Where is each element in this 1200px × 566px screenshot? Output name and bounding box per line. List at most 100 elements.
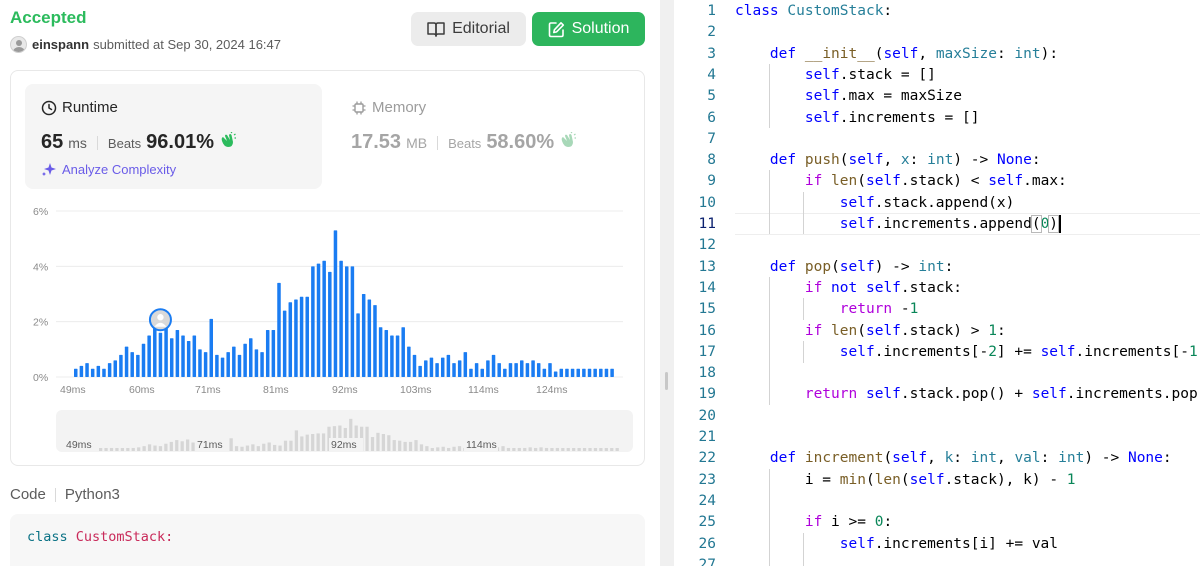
code-line[interactable]: 27 [674, 555, 1200, 566]
chart-bar[interactable] [514, 363, 518, 377]
pane-resizer[interactable] [660, 0, 674, 566]
code-line[interactable]: 12 [674, 235, 1200, 256]
chart-bar[interactable] [536, 363, 541, 377]
chart-bar[interactable] [570, 368, 575, 377]
chart-bar[interactable] [373, 305, 377, 377]
chart-bar[interactable] [249, 338, 253, 377]
chart-bar[interactable] [345, 266, 349, 377]
chart-bar[interactable] [469, 368, 473, 377]
chart-bar[interactable] [440, 357, 445, 377]
chart-bar[interactable] [361, 294, 366, 377]
chart-bar[interactable] [463, 352, 468, 377]
code-line[interactable]: 10 self.stack.append(x) [674, 193, 1200, 214]
chart-bar[interactable] [102, 368, 106, 377]
chart-bar[interactable] [164, 324, 168, 377]
chart-bar[interactable] [378, 327, 383, 377]
code-line[interactable]: 9 if len(self.stack) < self.max: [674, 171, 1200, 192]
chart-bar[interactable] [429, 357, 434, 377]
chart-bar[interactable] [407, 346, 411, 377]
chart-bar[interactable] [192, 335, 197, 378]
chart-bar[interactable] [599, 368, 603, 377]
chart-bar[interactable] [395, 335, 400, 378]
chart-bar[interactable] [559, 368, 564, 377]
chart-bar[interactable] [367, 299, 372, 377]
chart-bar[interactable] [333, 230, 338, 377]
chart-bar[interactable] [350, 266, 355, 377]
chart-bar[interactable] [158, 332, 163, 377]
chart-bar[interactable] [181, 335, 185, 378]
code-line[interactable]: 13 def pop(self) -> int: [674, 257, 1200, 278]
resize-handle[interactable] [665, 372, 668, 390]
chart-bar[interactable] [520, 360, 524, 377]
chart-bar[interactable] [610, 368, 614, 377]
chart-bar[interactable] [582, 368, 586, 377]
chart-bar[interactable] [136, 354, 140, 377]
code-line[interactable]: 5 self.max = maxSize [674, 86, 1200, 107]
chart-bar[interactable] [232, 346, 236, 377]
chart-bar[interactable] [593, 368, 597, 377]
chart-bar[interactable] [124, 346, 129, 377]
chart-bar[interactable] [474, 363, 479, 377]
code-line[interactable]: 6 self.increments = [] [674, 108, 1200, 129]
chart-bar[interactable] [305, 296, 309, 377]
code-line[interactable]: 26 self.increments[i] += val [674, 534, 1200, 555]
chart-bar[interactable] [322, 260, 326, 377]
chart-bar[interactable] [412, 354, 417, 377]
chart-bar[interactable] [147, 335, 151, 378]
chart-bar[interactable] [220, 357, 225, 377]
chart-bar[interactable] [237, 354, 242, 377]
chart-bar[interactable] [153, 327, 157, 377]
chart-bar[interactable] [604, 368, 609, 377]
code-line[interactable]: 21 [674, 427, 1200, 448]
code-line[interactable]: 17 self.increments[-2] += self.increment… [674, 342, 1200, 363]
chart-bar[interactable] [565, 368, 569, 377]
chart-bar[interactable] [113, 360, 118, 377]
chart-bar[interactable] [328, 271, 332, 377]
code-line[interactable]: 24 [674, 491, 1200, 512]
chart-bar[interactable] [85, 363, 89, 377]
code-line[interactable]: 14 if not self.stack: [674, 278, 1200, 299]
chart-bar[interactable] [209, 318, 214, 377]
chart-bar[interactable] [553, 371, 558, 377]
chart-bar[interactable] [277, 282, 281, 377]
code-line[interactable]: 23 i = min(len(self.stack), k) - 1 [674, 470, 1200, 491]
code-line[interactable]: 22 def increment(self, k: int, val: int)… [674, 448, 1200, 469]
chart-bar[interactable] [339, 260, 343, 377]
chart-bar[interactable] [119, 354, 123, 377]
editorial-button[interactable]: Editorial [411, 12, 526, 46]
chart-bar[interactable] [311, 266, 315, 377]
code-line[interactable]: 16 if len(self.stack) > 1: [674, 321, 1200, 342]
chart-bar[interactable] [531, 360, 535, 377]
chart-bar[interactable] [288, 302, 293, 377]
code-line[interactable]: 2 [674, 22, 1200, 43]
chart-bar[interactable] [260, 352, 264, 377]
chart-bar[interactable] [457, 360, 462, 377]
chart-bar[interactable] [452, 363, 456, 377]
chart-bar[interactable] [265, 329, 270, 377]
chart-bar[interactable] [175, 329, 180, 377]
chart-bar[interactable] [107, 363, 112, 377]
solution-button[interactable]: Solution [532, 12, 645, 46]
chart-bar[interactable] [198, 349, 202, 377]
code-line[interactable]: 7 [674, 129, 1200, 150]
chart-bar[interactable] [401, 327, 405, 377]
chart-bar[interactable] [435, 363, 439, 377]
chart-bar[interactable] [299, 296, 304, 377]
code-line[interactable]: 11 self.increments.append(0) [674, 214, 1200, 235]
code-line[interactable]: 8 def push(self, x: int) -> None: [674, 150, 1200, 171]
chart-bar[interactable] [215, 354, 219, 377]
chart-bar[interactable] [446, 354, 451, 377]
chart-bar[interactable] [243, 343, 247, 377]
chart-bar[interactable] [390, 335, 394, 378]
chart-bar[interactable] [486, 360, 490, 377]
code-line[interactable]: 4 self.stack = [] [674, 65, 1200, 86]
code-line[interactable]: 15 return -1 [674, 299, 1200, 320]
chart-bar[interactable] [384, 329, 389, 377]
user-avatar-icon[interactable] [10, 36, 27, 53]
chart-bar[interactable] [525, 363, 530, 377]
code-editor[interactable]: 1 class CustomStack: 2 3 def __init__(sel… [674, 0, 1200, 566]
chart-bar[interactable] [90, 368, 95, 377]
chart-bar[interactable] [169, 338, 174, 377]
chart-bar[interactable] [282, 310, 287, 377]
chart-bar[interactable] [96, 365, 101, 377]
